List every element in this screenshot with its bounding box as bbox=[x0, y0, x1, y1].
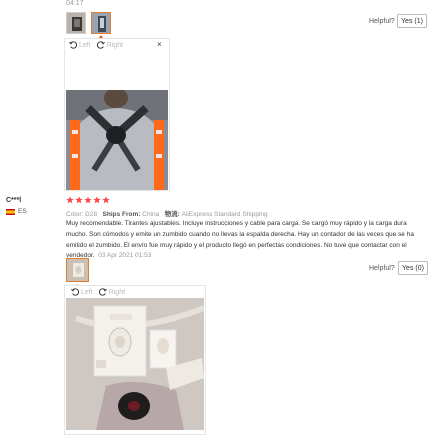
photo-thumbnail-image bbox=[92, 13, 110, 33]
helpful-yes-button[interactable]: Yes (0) bbox=[398, 261, 428, 275]
color-label: Color: bbox=[66, 211, 84, 218]
helpful-label: Helpful? bbox=[369, 18, 395, 25]
star-icon bbox=[84, 196, 92, 204]
review-photo-thumbnail-selected[interactable] bbox=[91, 12, 111, 34]
review-photo-thumbnail[interactable] bbox=[66, 12, 86, 34]
helpful-label: Helpful? bbox=[369, 265, 395, 272]
ships-from-value: China bbox=[142, 211, 160, 218]
review-photo[interactable] bbox=[66, 298, 204, 430]
helpful-yes-button[interactable]: Yes (1) bbox=[397, 14, 427, 28]
rotate-left-label: Left bbox=[81, 288, 93, 296]
ships-from-label: Ships From: bbox=[102, 211, 141, 218]
star-icon bbox=[66, 196, 74, 204]
photo-viewer-toolbar: Left Right bbox=[69, 40, 129, 50]
rotate-left-icon bbox=[71, 288, 79, 296]
reviewer-name: C***l bbox=[6, 197, 22, 204]
logistics-value: AliExpress Standard Shipping bbox=[181, 211, 268, 218]
review-photo-thumbnail-selected[interactable] bbox=[66, 258, 89, 282]
review-body: Muy recomendable. Tirantes ajustables. I… bbox=[66, 219, 418, 262]
country-code: ES bbox=[18, 208, 27, 215]
review-photo-image bbox=[66, 298, 204, 430]
rotate-left-label: Left bbox=[79, 41, 91, 49]
review-meta: Color: D28 Ships From: China 物流: AliExpr… bbox=[66, 208, 268, 218]
photo-thumbnail-image bbox=[67, 13, 85, 33]
spain-flag-icon bbox=[6, 208, 15, 215]
review-time: 04:17 bbox=[66, 0, 84, 7]
rotate-left-icon bbox=[69, 41, 77, 49]
rotate-left-button[interactable]: Left bbox=[69, 41, 91, 49]
rotate-right-label: Right bbox=[106, 41, 124, 49]
color-value: D28 bbox=[85, 211, 98, 218]
rotate-right-button[interactable]: Right bbox=[96, 41, 124, 49]
star-icon bbox=[102, 196, 110, 204]
photo-viewer-toolbar: Left Right bbox=[71, 287, 131, 297]
logistics-label: 物流: bbox=[164, 211, 180, 218]
review-photo[interactable] bbox=[66, 90, 168, 190]
rotate-right-label: Right bbox=[108, 288, 126, 296]
rotate-right-icon bbox=[98, 288, 107, 296]
reviewer-country: ES bbox=[6, 208, 27, 215]
rotate-right-icon bbox=[96, 41, 105, 49]
photo-thumbnail-image bbox=[67, 259, 88, 281]
close-viewer-button[interactable]: × bbox=[157, 41, 162, 49]
review-date: 03 Apr 2021 01:53 bbox=[98, 252, 152, 260]
rotate-left-button[interactable]: Left bbox=[71, 288, 93, 296]
rotate-right-button[interactable]: Right bbox=[98, 288, 126, 296]
star-icon bbox=[93, 196, 101, 204]
star-icon bbox=[75, 196, 83, 204]
rating-stars bbox=[66, 196, 111, 204]
review-photo-image bbox=[66, 90, 168, 190]
